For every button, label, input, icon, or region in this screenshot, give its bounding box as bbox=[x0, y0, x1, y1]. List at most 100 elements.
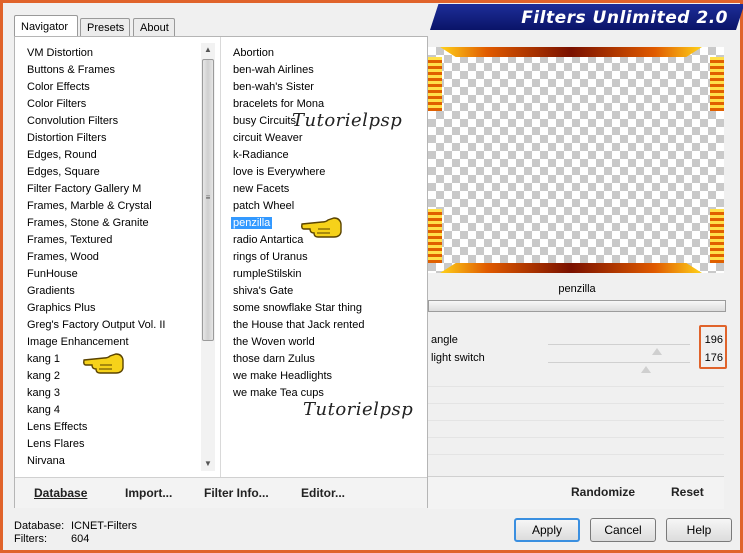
database-button[interactable]: Database bbox=[34, 486, 87, 500]
category-item[interactable]: Greg's Factory Output Vol. II bbox=[24, 317, 199, 334]
category-scrollbar[interactable]: ▲ ≡ ▼ bbox=[201, 43, 215, 471]
navigator-toolbar: Database Import... Filter Info... Editor… bbox=[15, 477, 427, 508]
category-item[interactable]: Frames, Textured bbox=[24, 232, 199, 249]
category-item[interactable]: Edges, Round bbox=[24, 147, 199, 164]
category-item[interactable]: Color Filters bbox=[24, 96, 199, 113]
empty-param-row bbox=[428, 403, 724, 404]
category-item[interactable]: Distortion Filters bbox=[24, 130, 199, 147]
slider-knob-icon[interactable] bbox=[640, 366, 651, 373]
category-item[interactable]: Image Enhancement bbox=[24, 334, 199, 351]
filter-item-label: rings of Uranus bbox=[233, 251, 308, 263]
randomize-button[interactable]: Randomize bbox=[571, 485, 635, 499]
tab-about[interactable]: About bbox=[133, 18, 175, 36]
filter-item-label: Abortion bbox=[233, 47, 274, 59]
preview-progress-bar bbox=[428, 300, 726, 312]
filter-item-label: ben-wah's Sister bbox=[233, 81, 314, 93]
angle-slider[interactable] bbox=[548, 344, 690, 355]
category-item[interactable]: Nirvana bbox=[24, 453, 199, 470]
navigator-panel: VM Distortion Buttons & Frames Color Effec… bbox=[14, 36, 428, 508]
scroll-up-icon[interactable]: ▲ bbox=[201, 43, 215, 57]
filter-item-label: we make Tea cups bbox=[233, 387, 324, 399]
filter-item-label: love is Everywhere bbox=[233, 166, 326, 178]
filter-item[interactable]: rings of Uranus bbox=[230, 249, 420, 266]
frame-bottom-decoration bbox=[440, 263, 702, 273]
param-label: light switch bbox=[431, 352, 485, 364]
param-angle[interactable]: angle 196 bbox=[428, 332, 724, 355]
frame-corner-decoration bbox=[710, 57, 724, 111]
category-item[interactable]: Frames, Wood bbox=[24, 249, 199, 266]
grip-icon: ≡ bbox=[205, 193, 211, 202]
editor-button[interactable]: Editor... bbox=[301, 486, 345, 500]
filter-item-label: penzilla bbox=[231, 217, 273, 229]
param-label: angle bbox=[431, 334, 458, 346]
filter-item[interactable]: k-Radiance bbox=[230, 147, 420, 164]
category-item[interactable]: Lens Effects bbox=[24, 419, 199, 436]
category-item[interactable]: Gradients bbox=[24, 283, 199, 300]
filter-item-label: rumpleStilskin bbox=[233, 268, 302, 280]
cancel-button[interactable]: Cancel bbox=[590, 518, 656, 542]
filter-item[interactable]: patch Wheel bbox=[230, 198, 420, 215]
preview-image bbox=[428, 47, 724, 273]
filter-item[interactable]: ben-wah's Sister bbox=[230, 79, 420, 96]
tab-navigator[interactable]: Navigator bbox=[14, 15, 78, 37]
frame-top-decoration bbox=[440, 47, 702, 57]
scroll-thumb[interactable]: ≡ bbox=[202, 59, 214, 341]
filter-item[interactable]: the House that Jack rented bbox=[230, 317, 420, 334]
tab-presets[interactable]: Presets bbox=[80, 18, 130, 36]
filter-item[interactable]: shiva's Gate bbox=[230, 283, 420, 300]
category-item[interactable]: kang 3 bbox=[24, 385, 199, 402]
category-list[interactable]: VM Distortion Buttons & Frames Color Effec… bbox=[24, 45, 199, 471]
reset-button[interactable]: Reset bbox=[671, 485, 704, 499]
value-highlight-box bbox=[699, 325, 727, 369]
filter-item-label: bracelets for Mona bbox=[233, 98, 325, 110]
frame-corner-decoration bbox=[710, 209, 724, 263]
watermark-text: Tutorielpsp bbox=[303, 399, 414, 420]
empty-param-row bbox=[428, 420, 724, 421]
status-filters-value: 604 bbox=[71, 533, 90, 545]
filter-item[interactable]: new Facets bbox=[230, 181, 420, 198]
pointing-hand-icon bbox=[301, 217, 342, 238]
filter-item[interactable]: we make Headlights bbox=[230, 368, 420, 385]
empty-param-row bbox=[428, 437, 724, 438]
filter-item[interactable]: the Woven world bbox=[230, 334, 420, 351]
filter-item[interactable]: ben-wah Airlines bbox=[230, 62, 420, 79]
filter-item-label: those darn Zulus bbox=[233, 353, 315, 365]
parameter-toolbar: Randomize Reset bbox=[428, 476, 724, 509]
category-item[interactable]: Color Effects bbox=[24, 79, 199, 96]
scroll-down-icon[interactable]: ▼ bbox=[201, 457, 215, 471]
filter-item[interactable]: some snowflake Star thing bbox=[230, 300, 420, 317]
category-item[interactable]: Filter Factory Gallery M bbox=[24, 181, 199, 198]
category-item[interactable]: Convolution Filters bbox=[24, 113, 199, 130]
category-item[interactable]: Frames, Stone & Granite bbox=[24, 215, 199, 232]
preview-filter-name: penzilla bbox=[558, 283, 596, 295]
filter-item-label: shiva's Gate bbox=[233, 285, 294, 297]
filter-item[interactable]: circuit Weaver bbox=[230, 130, 420, 147]
category-item[interactable]: FunHouse bbox=[24, 266, 199, 283]
parameter-panel: angle 196 light switch 176 bbox=[428, 316, 724, 500]
filter-item-label: ben-wah Airlines bbox=[233, 64, 314, 76]
filter-item[interactable]: those darn Zulus bbox=[230, 351, 420, 368]
help-button[interactable]: Help bbox=[666, 518, 732, 542]
frame-corner-decoration bbox=[428, 209, 442, 263]
filter-info-button[interactable]: Filter Info... bbox=[204, 486, 269, 500]
filter-item-label: radio Antartica bbox=[233, 234, 304, 246]
filter-item-label: new Facets bbox=[233, 183, 290, 195]
category-item[interactable]: Lens Flares bbox=[24, 436, 199, 453]
category-item[interactable]: kang 4 bbox=[24, 402, 199, 419]
category-item[interactable]: VM Distortion bbox=[24, 45, 199, 62]
category-item[interactable]: Buttons & Frames bbox=[24, 62, 199, 79]
list-divider bbox=[220, 37, 221, 477]
category-item[interactable]: Graphics Plus bbox=[24, 300, 199, 317]
import-button[interactable]: Import... bbox=[125, 486, 172, 500]
light-switch-slider[interactable] bbox=[548, 362, 690, 373]
apply-button[interactable]: Apply bbox=[514, 518, 580, 542]
category-item[interactable]: Edges, Square bbox=[24, 164, 199, 181]
filter-item[interactable]: Abortion bbox=[230, 45, 420, 62]
filter-item[interactable]: love is Everywhere bbox=[230, 164, 420, 181]
empty-param-row bbox=[428, 386, 724, 387]
category-item[interactable]: Frames, Marble & Crystal bbox=[24, 198, 199, 215]
filter-item-label: k-Radiance bbox=[233, 149, 289, 161]
param-light-switch[interactable]: light switch 176 bbox=[428, 350, 724, 373]
filter-item[interactable]: rumpleStilskin bbox=[230, 266, 420, 283]
pointing-hand-icon bbox=[83, 353, 124, 374]
